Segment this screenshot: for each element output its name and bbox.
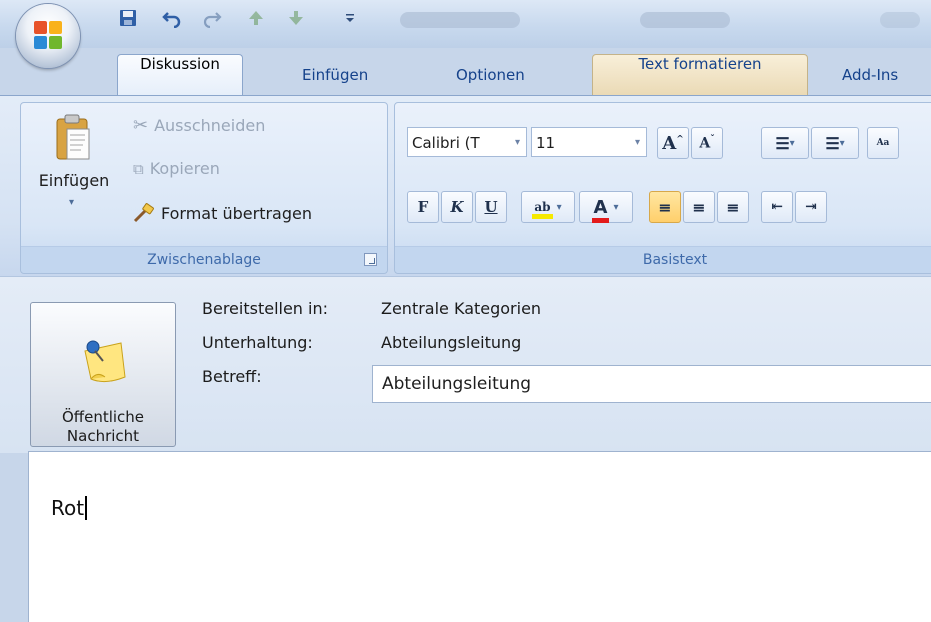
text-caret (85, 496, 88, 520)
align-right-button[interactable]: ≡ (717, 191, 749, 223)
tab-add-ins[interactable]: Add-Ins (828, 55, 912, 95)
copy-button[interactable]: ⧉ Kopieren (133, 159, 220, 178)
bullets-icon: ☰ (775, 133, 790, 153)
blurred-window-title-2 (640, 12, 730, 28)
clipboard-dialog-launcher[interactable] (364, 253, 377, 266)
font-name-combo[interactable]: Calibri (T ▾ (407, 127, 527, 157)
tab-einfuegen[interactable]: Einfügen (288, 55, 382, 95)
tab-optionen[interactable]: Optionen (442, 55, 539, 95)
format-painter-icon (133, 203, 154, 223)
subject-input[interactable]: Abteilungsleitung (372, 365, 931, 403)
save-icon[interactable] (116, 6, 140, 30)
align-left-button[interactable]: ≡ (649, 191, 681, 223)
tab-text-formatieren[interactable]: Text formatieren (592, 54, 808, 97)
bold-button[interactable]: F (407, 191, 439, 223)
clipboard-icon (56, 114, 90, 160)
conversation-value: Abteilungsleitung (381, 333, 522, 352)
increase-indent-icon: ⇥ (805, 199, 817, 215)
align-center-button[interactable]: ≡ (683, 191, 715, 223)
numbering-icon: ☰ (825, 133, 840, 153)
cut-button[interactable]: ✂ Ausschneiden (133, 115, 265, 136)
format-painter-label: Format übertragen (161, 203, 312, 223)
paste-button[interactable]: Einfügen ▾ (25, 111, 123, 223)
bullets-button[interactable]: ☰ ▾ (761, 127, 809, 159)
font-name-value: Calibri (T (412, 134, 480, 152)
message-header: Öffentliche Nachricht Bereitstellen in: … (0, 276, 931, 453)
clipboard-group: Einfügen ▾ ✂ Ausschneiden ⧉ Kopieren For… (20, 102, 388, 274)
shrink-font-icon: Aˇ (699, 134, 715, 152)
grow-font-button[interactable]: A^ (657, 127, 689, 159)
public-message-label: Öffentliche Nachricht (61, 408, 145, 445)
office-logo-icon (34, 21, 62, 49)
font-color-button[interactable]: A ▾ (579, 191, 633, 223)
styles-icon[interactable]: Aa (867, 127, 899, 159)
italic-label: K (450, 198, 464, 216)
subject-label: Betreff: (202, 367, 262, 386)
decrease-indent-button[interactable]: ⇤ (761, 191, 793, 223)
ribbon: Einfügen ▾ ✂ Ausschneiden ⧉ Kopieren For… (0, 95, 931, 276)
decrease-indent-icon: ⇤ (771, 199, 783, 215)
blurred-window-title (400, 12, 520, 28)
message-body-editor[interactable]: Rot (28, 451, 931, 622)
font-size-dropdown-icon: ▾ (634, 137, 640, 148)
paste-label: Einfügen (38, 171, 110, 190)
copy-label: Kopieren (149, 159, 220, 178)
format-painter-button[interactable]: Format übertragen (133, 203, 312, 223)
copy-icon: ⧉ (133, 159, 144, 178)
align-center-icon: ≡ (692, 197, 706, 217)
grow-font-icon: A^ (662, 132, 684, 154)
post-to-value[interactable]: Zentrale Kategorien (381, 299, 541, 318)
font-name-dropdown-icon: ▾ (514, 137, 520, 148)
redo-icon[interactable] (200, 6, 224, 30)
increase-indent-button[interactable]: ⇥ (795, 191, 827, 223)
clipboard-group-label: Zwischenablage (21, 246, 387, 273)
blurred-window-control (880, 12, 920, 28)
basic-text-group: Calibri (T ▾ 11 ▾ A^ Aˇ ☰ ▾ ☰ ▾ Aa F K U a… (394, 102, 931, 274)
down-icon[interactable] (284, 6, 308, 30)
up-icon[interactable] (244, 6, 268, 30)
highlight-button[interactable]: ab ▾ (521, 191, 575, 223)
font-color-icon: A (591, 197, 610, 223)
paste-dropdown-icon[interactable]: ▾ (69, 197, 74, 208)
conversation-label: Unterhaltung: (202, 333, 313, 352)
public-message-button[interactable]: Öffentliche Nachricht (30, 302, 176, 447)
post-to-label: Bereitstellen in: (202, 299, 328, 318)
basic-text-group-label: Basistext (395, 246, 931, 273)
cut-label: Ausschneiden (154, 116, 266, 135)
office-button[interactable] (16, 4, 80, 68)
message-body-text[interactable]: Rot (51, 496, 88, 520)
underline-button[interactable]: U (475, 191, 507, 223)
align-left-icon: ≡ (658, 197, 672, 217)
italic-button[interactable]: K (441, 191, 473, 223)
undo-icon[interactable] (160, 6, 184, 30)
sticky-note-icon (84, 340, 126, 383)
scissors-icon: ✂ (133, 115, 149, 136)
highlighter-icon: ab (532, 200, 553, 219)
font-size-combo[interactable]: 11 ▾ (531, 127, 647, 157)
tab-diskussion[interactable]: Diskussion (117, 54, 243, 97)
customize-icon[interactable] (338, 6, 362, 30)
underline-label: U (484, 198, 498, 216)
align-right-icon: ≡ (726, 197, 740, 217)
bold-label: F (417, 198, 429, 216)
numbering-button[interactable]: ☰ ▾ (811, 127, 859, 159)
font-size-value: 11 (536, 134, 556, 152)
shrink-font-button[interactable]: Aˇ (691, 127, 723, 159)
